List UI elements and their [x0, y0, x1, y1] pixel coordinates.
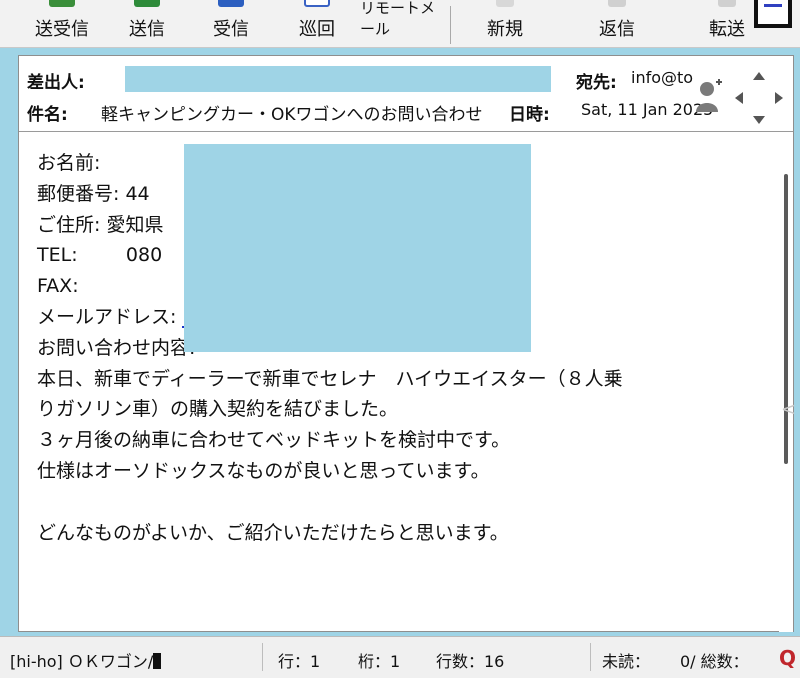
body-line-inquiry-1: 本日、新車でディーラーで新車でセレナ ハイウエイスター（８人乗: [37, 367, 623, 390]
forward-label: 転送: [709, 19, 745, 40]
body-line-blank: [37, 487, 779, 518]
window-preview-icon[interactable]: [754, 0, 792, 28]
email-label: メールアドレス:: [37, 305, 183, 328]
vertical-scrollbar[interactable]: <: [779, 134, 797, 632]
receive-button[interactable]: 受信: [204, 0, 258, 46]
add-contact-icon[interactable]: [695, 78, 723, 114]
send-icon: [134, 0, 160, 7]
send-button[interactable]: 送信: [120, 0, 174, 46]
subject-label: 件名:: [27, 105, 68, 125]
toolbar: 送受信 送信 受信 巡回 リモートメール 新規 返信 転送: [0, 0, 800, 48]
status-unread: 未読：: [602, 652, 651, 671]
receive-label: 受信: [213, 19, 249, 40]
body-line-inquiry-2: りガソリン車）の購入契約を結びました。: [37, 398, 399, 421]
scroll-chevron-left-icon: <: [781, 399, 797, 420]
message-window: 差出人: 宛先: info@to 件名: 軽キャンピングカー・OKワゴンへのお問…: [18, 55, 797, 632]
body-redaction: [184, 144, 531, 352]
message-body[interactable]: お名前: 郵便番号: 44 ご住所: 愛知県 TEL: 080 FAX: メール…: [19, 134, 779, 632]
to-value[interactable]: info@to: [631, 68, 693, 87]
status-folder: [hi-ho] ＯＫワゴン/: [10, 648, 162, 672]
new-icon: [496, 0, 514, 7]
subject-value: 軽キャンピングカー・OKワゴンへのお問い合わせ: [101, 105, 483, 125]
send-label: 送信: [129, 19, 165, 40]
toolbar-separator: [450, 6, 451, 44]
send-receive-icon: [49, 0, 75, 7]
scrollbar-thumb[interactable]: [784, 174, 788, 464]
body-line-inquiry-3: ３ヶ月後の納車に合わせてベッドキットを検討中です。: [37, 429, 511, 452]
status-bar: [hi-ho] ＯＫワゴン/ 行：1 桁：1 行数：16 未読： 0/ 総数： …: [0, 636, 800, 678]
reply-icon: [608, 0, 626, 7]
patrol-icon: [304, 0, 330, 7]
status-row: 行：1: [278, 652, 321, 671]
navigation-arrows-icon[interactable]: [733, 70, 785, 126]
remote-mail-label: リモートメール: [360, 0, 436, 38]
status-separator: [262, 643, 263, 671]
to-label: 宛先:: [576, 73, 617, 93]
remote-mail-button[interactable]: リモートメール: [360, 0, 442, 46]
q-icon[interactable]: Q: [779, 646, 796, 670]
forward-icon: [718, 0, 736, 7]
message-header: 差出人: 宛先: info@to 件名: 軽キャンピングカー・OKワゴンへのお問…: [19, 56, 793, 132]
subject-row: 件名: 軽キャンピングカー・OKワゴンへのお問い合わせ 日時: Sat, 11 …: [19, 94, 793, 125]
new-label: 新規: [487, 19, 523, 40]
body-line-inquiry-4: 仕様はオーソドックスなものが良いと思っています。: [37, 459, 490, 482]
cursor-block: [153, 653, 162, 669]
date-label: 日時:: [509, 105, 550, 125]
status-separator: [590, 643, 591, 671]
from-label: 差出人:: [27, 73, 85, 93]
send-receive-label: 送受信: [35, 19, 89, 40]
status-lines: 行数：16: [436, 652, 505, 671]
from-redaction: [125, 66, 551, 92]
date-value: Sat, 11 Jan 2025: [581, 100, 714, 119]
reply-button[interactable]: 返信: [592, 0, 642, 46]
status-total: 0/ 総数：: [680, 652, 749, 671]
status-folder-text: [hi-ho] ＯＫワゴン/: [10, 652, 154, 671]
body-line-inquiry-5: どんなものがよいか、ご紹介いただけたらと思います。: [37, 521, 509, 544]
from-row: 差出人: 宛先: info@to: [19, 62, 793, 93]
patrol-label: 巡回: [299, 19, 335, 40]
patrol-button[interactable]: 巡回: [292, 0, 342, 46]
reply-label: 返信: [599, 19, 635, 40]
new-button[interactable]: 新規: [480, 0, 530, 46]
status-col: 桁：1: [358, 652, 401, 671]
forward-button[interactable]: 転送: [702, 0, 752, 46]
send-receive-button[interactable]: 送受信: [28, 0, 96, 46]
receive-icon: [218, 0, 244, 7]
